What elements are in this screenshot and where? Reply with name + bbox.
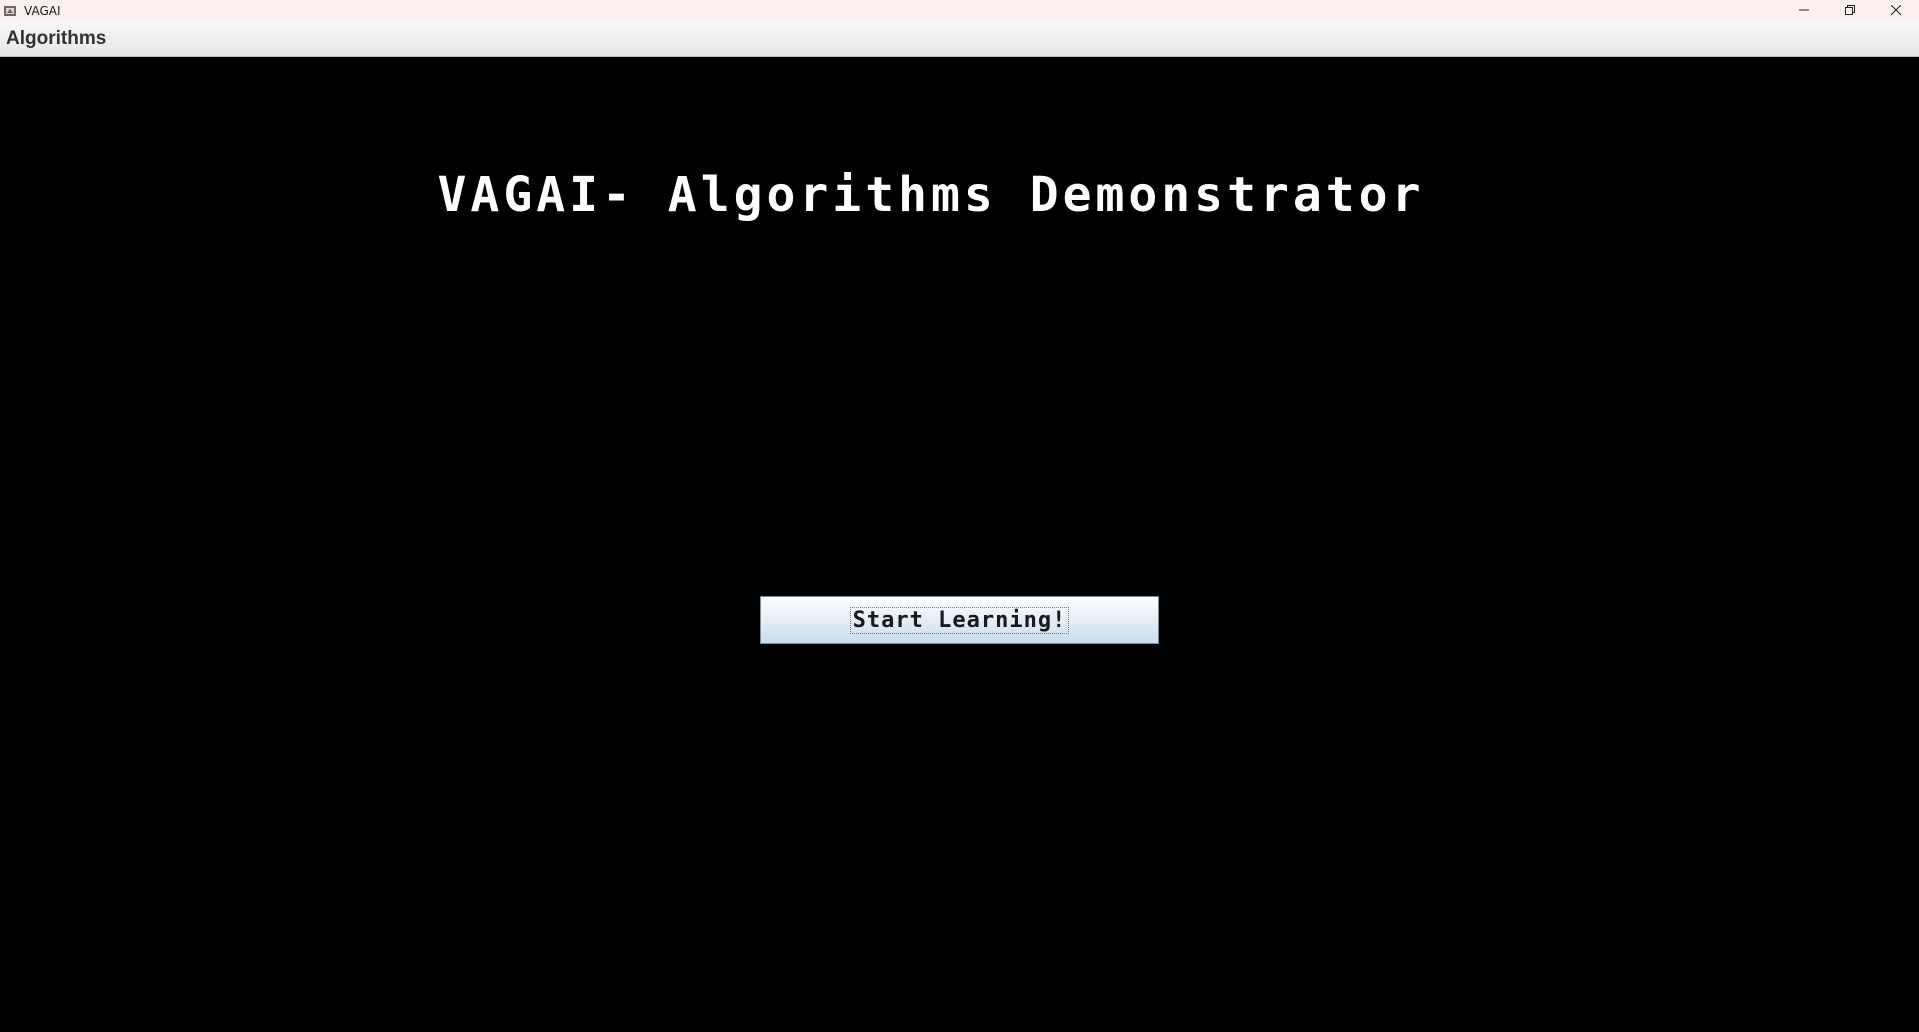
restore-button[interactable]	[1827, 0, 1873, 22]
start-learning-label: Start Learning!	[849, 606, 1070, 634]
main-panel: VAGAI- Algorithms Demonstrator Start Lea…	[0, 57, 1919, 1032]
app-window: VAGAI Algorithms VAGAI- Algorithms Demon…	[0, 0, 1919, 1032]
close-icon	[1890, 2, 1902, 20]
window-title: VAGAI	[24, 4, 61, 18]
minimize-button[interactable]	[1781, 0, 1827, 22]
close-button[interactable]	[1873, 0, 1919, 22]
minimize-icon	[1799, 2, 1809, 20]
page-title: VAGAI- Algorithms Demonstrator	[437, 167, 1425, 223]
start-learning-button[interactable]: Start Learning!	[760, 596, 1159, 644]
menu-bar: Algorithms	[0, 22, 1919, 57]
java-app-icon	[2, 3, 18, 19]
title-bar[interactable]: VAGAI	[0, 0, 1919, 22]
menu-algorithms[interactable]: Algorithms	[0, 22, 112, 56]
restore-icon	[1845, 2, 1855, 20]
window-controls	[1781, 0, 1919, 22]
